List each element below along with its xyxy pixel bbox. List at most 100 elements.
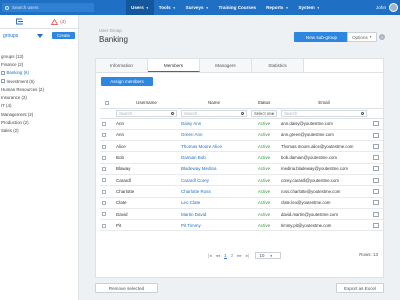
group-checkbox[interactable] xyxy=(1,79,5,84)
name-link[interactable]: Carardl Corey xyxy=(179,174,249,187)
tab-alerts[interactable]: (4) xyxy=(39,15,78,28)
sidebar-item[interactable]: groups (13) xyxy=(1,52,78,60)
new-subgroup-button[interactable]: New sub-group xyxy=(294,32,349,42)
name-link[interactable]: Green Ann xyxy=(179,129,249,142)
mail-icon[interactable] xyxy=(373,132,379,138)
table-row[interactable]: Charlotte Charlotte Ross Active ross.charlo… xyxy=(100,185,383,198)
table-row[interactable]: Pit Pit Timmy Active timmy.pit@youtestme.co… xyxy=(100,219,383,232)
sidebar-item[interactable]: Investment (6) xyxy=(1,77,78,85)
sidebar-item[interactable]: Insurance (2) xyxy=(1,93,78,101)
tab-information[interactable]: Information xyxy=(96,59,148,72)
name-link[interactable]: Martin David xyxy=(179,208,249,221)
table-row[interactable]: Alice Thomas Moore Alice Active Thomas.moor… xyxy=(100,140,383,153)
table-row[interactable]: David Martin David Active david.martin@yout… xyxy=(100,208,383,221)
row-checkbox[interactable] xyxy=(102,167,106,172)
table-row[interactable]: Bob Damian Bob Active bob.damian@youtestme.… xyxy=(100,151,383,164)
mail-icon[interactable] xyxy=(373,200,379,206)
row-checkbox[interactable] xyxy=(102,144,106,149)
row-checkbox[interactable] xyxy=(102,178,106,183)
members-table-body: Ann Daisy Ann Active ann.daisy@youtestme.co… xyxy=(100,118,383,232)
group-checkbox[interactable] xyxy=(1,70,5,75)
column-header-email[interactable]: Email xyxy=(279,97,369,109)
sidebar-item[interactable]: Banking (6) xyxy=(1,69,78,77)
name-link[interactable]: Leo Clate xyxy=(179,197,249,209)
table-row[interactable]: Carardl Carardl Corey Active corey.carardl@… xyxy=(100,174,383,187)
sidebar-item-label: Human Resources (2) xyxy=(1,86,44,92)
nav-users[interactable]: Users ▼ xyxy=(126,0,154,15)
group-tree: groups (13) Finance (2) Banking (6) Investm… xyxy=(0,52,78,135)
email-cell: corey.carardl@youtestme.com xyxy=(279,174,369,187)
mail-icon[interactable] xyxy=(373,143,379,149)
export-excel-button[interactable]: Export as Excel xyxy=(336,283,384,293)
tab-group-tree[interactable] xyxy=(0,15,39,28)
row-checkbox[interactable] xyxy=(102,121,106,126)
username-filter-input[interactable]: Search xyxy=(116,109,177,117)
name-link[interactable]: Daisy Ann xyxy=(179,118,249,130)
chevron-down-icon: ▼ xyxy=(205,5,209,10)
prev-page-button[interactable]: ◂◂ xyxy=(216,253,221,259)
help-icon[interactable]: ? xyxy=(379,34,385,40)
row-checkbox[interactable] xyxy=(102,212,106,217)
page-size-select[interactable]: 10 ▼ xyxy=(255,252,281,259)
sidebar-item[interactable]: IT (4) xyxy=(1,102,78,110)
row-checkbox[interactable] xyxy=(102,189,106,194)
mail-icon[interactable] xyxy=(373,121,379,127)
user-menu[interactable]: John xyxy=(376,0,398,15)
mail-icon[interactable] xyxy=(373,189,379,195)
table-row[interactable]: Clate Leo Clate Active clate.leo@youtestme.… xyxy=(100,197,383,209)
name-link[interactable]: Pit Timmy xyxy=(179,219,249,232)
column-header-name[interactable]: Name xyxy=(179,97,249,109)
mail-icon[interactable] xyxy=(373,222,379,228)
row-checkbox[interactable] xyxy=(102,223,106,228)
options-dropdown[interactable]: Options ▼ xyxy=(347,32,377,42)
create-button[interactable]: Create xyxy=(51,31,75,40)
page-1-button[interactable]: 1 xyxy=(224,253,227,259)
remove-selected-button[interactable]: Remove selected xyxy=(95,283,158,293)
tab-members[interactable]: Members xyxy=(148,59,200,72)
assign-members-button[interactable]: Assign members xyxy=(101,77,153,86)
nav-training-courses[interactable]: Training Courses xyxy=(214,0,262,15)
row-checkbox[interactable] xyxy=(102,201,106,206)
nav-tools[interactable]: Tools ▼ xyxy=(154,0,181,15)
filter-row: Search Search Select one ▼ Search xyxy=(100,108,383,119)
chevron-down-icon: ▼ xyxy=(316,5,320,10)
mail-icon[interactable] xyxy=(373,177,379,183)
name-filter-input[interactable]: Search xyxy=(181,109,247,117)
table-row[interactable]: Ann Daisy Ann Active ann.daisy@youtestme.co… xyxy=(100,118,383,130)
page-2-button[interactable]: 2 xyxy=(231,253,234,258)
sidebar-item[interactable]: Production (2) xyxy=(1,118,78,126)
first-page-button[interactable]: |◂ xyxy=(208,253,212,259)
tab-managers[interactable]: Managers xyxy=(200,59,252,72)
next-page-button[interactable]: ▸▸ xyxy=(237,253,242,259)
name-link[interactable]: Bladeway Medina xyxy=(179,163,249,175)
filter-icon[interactable] xyxy=(36,33,43,38)
table-row[interactable]: Blaway Bladeway Medina Active medina.bladew… xyxy=(100,163,383,175)
email-cell: ross.charlotte@youtestme.com xyxy=(279,185,369,198)
sidebar-item[interactable]: Management (2) xyxy=(1,110,78,118)
tab-statistics[interactable]: Statistics xyxy=(252,59,304,72)
name-link[interactable]: Thomas Moore Alice xyxy=(179,140,249,153)
filter-cell-username: Search xyxy=(114,108,179,119)
name-link[interactable]: Charlotte Ross xyxy=(179,185,249,198)
sidebar-header: groups Create xyxy=(0,29,78,42)
sidebar-item[interactable]: Human Resources (2) xyxy=(1,85,78,93)
sidebar-item[interactable]: Finance (2) xyxy=(1,60,78,68)
row-checkbox[interactable] xyxy=(102,133,106,138)
search-users-input[interactable]: Search users xyxy=(2,3,94,12)
mail-icon[interactable] xyxy=(373,155,379,161)
nav-reports[interactable]: Reports ▼ xyxy=(261,0,293,15)
last-page-button[interactable]: ▸| xyxy=(246,253,250,259)
email-filter-input[interactable]: Search xyxy=(281,109,367,117)
mail-icon[interactable] xyxy=(373,166,379,172)
row-checkbox[interactable] xyxy=(102,155,106,160)
name-link[interactable]: Damian Bob xyxy=(179,151,249,164)
mail-icon[interactable] xyxy=(373,211,379,217)
table-row[interactable]: Ann Green Ann Active ann.green@youtestme.co… xyxy=(100,129,383,142)
column-header-status[interactable]: Status xyxy=(249,97,279,109)
status-filter-select[interactable]: Select one ▼ xyxy=(251,109,277,117)
nav-system[interactable]: System ▼ xyxy=(293,0,324,15)
column-header-username[interactable]: Username xyxy=(114,97,179,109)
sidebar-item[interactable]: Sales (2) xyxy=(1,127,78,135)
select-all-checkbox[interactable] xyxy=(105,100,109,105)
nav-surveys[interactable]: Surveys ▼ xyxy=(181,0,214,15)
